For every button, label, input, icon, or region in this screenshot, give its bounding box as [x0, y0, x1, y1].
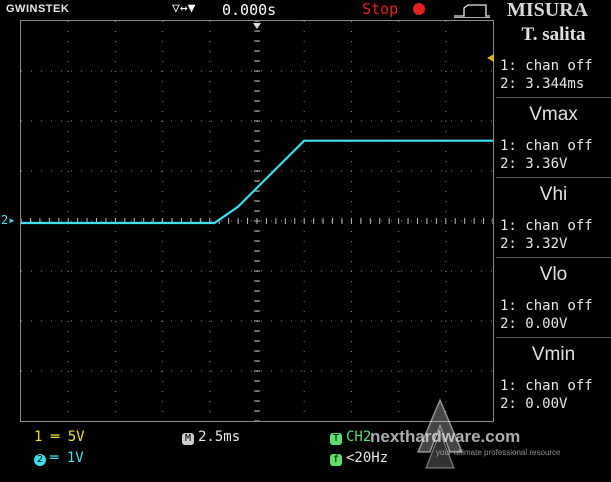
rising-edge-icon: [454, 4, 490, 18]
measure-box-vmax[interactable]: Vmax 1: chan off 2: 3.36V: [496, 100, 611, 178]
trigger-badge-icon: T: [330, 433, 342, 445]
trigger-level-marker[interactable]: [487, 54, 494, 62]
measure-ch1-value: 1: chan off: [500, 298, 593, 314]
measure-ch2-value: 2: 0.00V: [500, 396, 568, 412]
ch2-scale: ═ 1V: [50, 450, 84, 466]
measure-ch2-value: 2: 0.00V: [500, 316, 568, 332]
brand-logo: GWINSTEK: [6, 3, 70, 15]
trigger-position-icon: ▽↔▼: [172, 1, 196, 16]
ch2-badge-icon: 2: [34, 454, 46, 466]
filter-badge-icon: f: [330, 454, 342, 466]
measure-ch1-value: 1: chan off: [500, 218, 593, 234]
timebase-badge-icon: M: [182, 433, 194, 445]
measure-title: T. salita: [521, 24, 586, 45]
timebase-group[interactable]: M 2.5ms: [182, 429, 240, 445]
measure-title: Vmin: [531, 344, 576, 365]
waveform-display[interactable]: [20, 20, 494, 422]
measure-ch2-value: 2: 3.36V: [500, 156, 568, 172]
measure-ch2-value: 2: 3.344ms: [500, 76, 585, 92]
measure-box-vhi[interactable]: Vhi 1: chan off 2: 3.32V: [496, 180, 611, 258]
measure-box-rise-time[interactable]: T. salita 1: chan off 2: 3.344ms: [496, 20, 611, 98]
trigger-position-marker: [253, 23, 261, 29]
menu-title: MISURA: [507, 0, 589, 21]
measure-title: Vhi: [539, 184, 568, 205]
measure-panel: T. salita 1: chan off 2: 3.344ms Vmax 1:…: [496, 20, 611, 422]
run-status: Stop: [362, 0, 399, 18]
watermark-tagline: your ultimate professional resource: [436, 448, 561, 457]
trigger-filter: <20Hz: [346, 450, 389, 466]
trigger-filter-group[interactable]: f <20Hz: [330, 450, 388, 466]
measure-ch1-value: 1: chan off: [500, 58, 593, 74]
measure-box-vmin[interactable]: Vmin 1: chan off 2: 0.00V: [496, 340, 611, 418]
channel-2-ground-marker[interactable]: 2▸: [1, 213, 15, 227]
graticule: [21, 21, 493, 421]
status-bar: GWINSTEK ▽↔▼ 0.000s Stop MISURA: [0, 0, 611, 21]
trigger-time-readout: 0.000s: [222, 1, 277, 19]
ch2-scale-group[interactable]: 2 ═ 1V: [34, 450, 84, 466]
measure-box-vlo[interactable]: Vlo 1: chan off 2: 0.00V: [496, 260, 611, 338]
measure-ch2-value: 2: 3.32V: [500, 236, 568, 252]
stop-indicator-icon: [413, 3, 425, 15]
trigger-source-group[interactable]: T CH2: [330, 429, 371, 445]
measure-title: Vlo: [539, 264, 568, 285]
measure-title: Vmax: [529, 104, 578, 125]
trigger-source: CH2: [346, 429, 372, 445]
watermark-brand: nexthardware.com: [370, 427, 521, 446]
timebase-value: 2.5ms: [198, 429, 241, 445]
measure-ch1-value: 1: chan off: [500, 138, 593, 154]
ch1-scale[interactable]: 1 ═ 5V: [34, 429, 85, 445]
measure-ch1-value: 1: chan off: [500, 378, 593, 394]
